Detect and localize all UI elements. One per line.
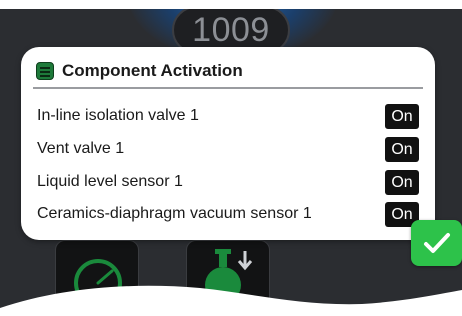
component-row: Liquid level sensor 1 On	[37, 169, 419, 195]
gauge-value: 1009	[192, 11, 270, 49]
component-label: In-line isolation valve 1	[37, 107, 199, 124]
component-row: Ceramics-diaphragm vacuum sensor 1 On	[37, 201, 419, 227]
component-activation-dialog: Component Activation In-line isolation v…	[21, 47, 435, 240]
checkmark-icon	[424, 233, 450, 253]
component-row: In-line isolation valve 1 On	[37, 103, 419, 129]
component-row: Vent valve 1 On	[37, 136, 419, 162]
toggle-button[interactable]: On	[385, 170, 419, 195]
bottom-wave	[0, 285, 462, 316]
component-label: Vent valve 1	[37, 140, 125, 157]
confirm-button[interactable]	[411, 220, 462, 266]
component-label: Ceramics-diaphragm vacuum sensor 1	[37, 205, 312, 222]
dialog-title: Component Activation	[62, 61, 243, 80]
toggle-button[interactable]: On	[385, 104, 419, 129]
toggle-button[interactable]: On	[385, 137, 419, 162]
list-icon	[36, 62, 54, 80]
dialog-header: Component Activation	[33, 57, 423, 89]
component-label: Liquid level sensor 1	[37, 173, 183, 190]
top-strip	[0, 0, 462, 9]
